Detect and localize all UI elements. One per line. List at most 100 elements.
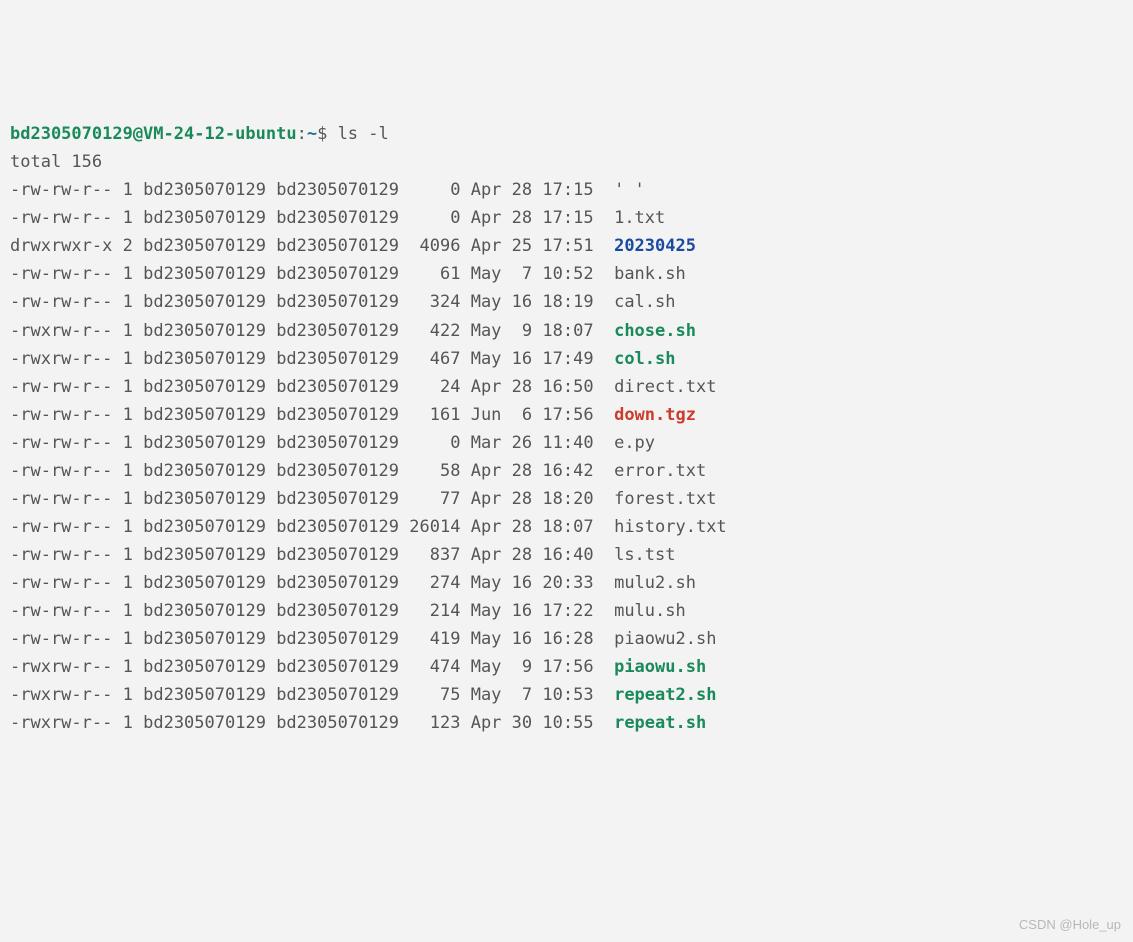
file-time: 16:50 <box>542 377 593 397</box>
file-size: 123 <box>409 713 460 733</box>
list-row: -rw-rw-r-- 1 bd2305070129 bd2305070129 1… <box>10 405 696 425</box>
file-month: May <box>471 292 502 312</box>
file-permissions: -rw-rw-r-- <box>10 264 112 284</box>
file-size: 61 <box>409 264 460 284</box>
file-links: 1 <box>123 208 133 228</box>
list-row: -rw-rw-r-- 1 bd2305070129 bd2305070129 8… <box>10 545 676 565</box>
file-day: 28 <box>512 461 532 481</box>
file-owner: bd2305070129 <box>143 657 266 677</box>
file-name: down.tgz <box>614 405 696 425</box>
file-time: 17:51 <box>542 236 593 256</box>
file-day: 16 <box>512 601 532 621</box>
file-name: repeat2.sh <box>614 685 716 705</box>
list-row: -rw-rw-r-- 1 bd2305070129 bd2305070129 2… <box>10 517 727 537</box>
file-day: 16 <box>512 573 532 593</box>
file-time: 17:56 <box>542 657 593 677</box>
file-time: 18:07 <box>542 321 593 341</box>
file-owner: bd2305070129 <box>143 264 266 284</box>
terminal-output[interactable]: bd2305070129@VM-24-12-ubuntu:~$ ls -l to… <box>10 120 1123 737</box>
file-name: bank.sh <box>614 264 686 284</box>
list-row: -rwxrw-r-- 1 bd2305070129 bd2305070129 4… <box>10 321 696 341</box>
file-permissions: -rw-rw-r-- <box>10 601 112 621</box>
file-name: ls.tst <box>614 545 675 565</box>
file-name: 20230425 <box>614 236 696 256</box>
list-row: -rwxrw-r-- 1 bd2305070129 bd2305070129 4… <box>10 349 676 369</box>
file-name: ' ' <box>614 180 645 200</box>
list-row: drwxrwxr-x 2 bd2305070129 bd2305070129 4… <box>10 236 696 256</box>
file-links: 1 <box>123 545 133 565</box>
file-day: 16 <box>512 629 532 649</box>
prompt-user-host: bd2305070129@VM-24-12-ubuntu <box>10 124 297 144</box>
file-listing: -rw-rw-r-- 1 bd2305070129 bd2305070129 0… <box>10 180 727 733</box>
file-permissions: -rwxrw-r-- <box>10 321 112 341</box>
file-name: piaowu.sh <box>614 657 706 677</box>
file-permissions: -rw-rw-r-- <box>10 433 112 453</box>
file-permissions: -rw-rw-r-- <box>10 489 112 509</box>
list-row: -rw-rw-r-- 1 bd2305070129 bd2305070129 5… <box>10 461 706 481</box>
file-time: 17:15 <box>542 208 593 228</box>
file-month: Apr <box>471 377 502 397</box>
file-day: 28 <box>512 208 532 228</box>
file-size: 26014 <box>409 517 460 537</box>
file-owner: bd2305070129 <box>143 713 266 733</box>
list-row: -rw-rw-r-- 1 bd2305070129 bd2305070129 2… <box>10 573 696 593</box>
file-group: bd2305070129 <box>276 377 399 397</box>
file-links: 1 <box>123 349 133 369</box>
file-name: mulu2.sh <box>614 573 696 593</box>
file-group: bd2305070129 <box>276 629 399 649</box>
file-group: bd2305070129 <box>276 517 399 537</box>
file-owner: bd2305070129 <box>143 292 266 312</box>
file-links: 1 <box>123 629 133 649</box>
list-row: -rw-rw-r-- 1 bd2305070129 bd2305070129 0… <box>10 433 655 453</box>
file-size: 0 <box>409 208 460 228</box>
file-size: 422 <box>409 321 460 341</box>
file-month: Jun <box>471 405 502 425</box>
file-permissions: -rw-rw-r-- <box>10 573 112 593</box>
file-day: 26 <box>512 433 532 453</box>
file-permissions: -rw-rw-r-- <box>10 208 112 228</box>
file-month: Apr <box>471 545 502 565</box>
file-links: 1 <box>123 405 133 425</box>
file-month: Apr <box>471 208 502 228</box>
file-month: Apr <box>471 180 502 200</box>
file-month: May <box>471 685 502 705</box>
file-group: bd2305070129 <box>276 321 399 341</box>
file-time: 20:33 <box>542 573 593 593</box>
file-links: 1 <box>123 264 133 284</box>
file-day: 9 <box>512 657 532 677</box>
file-links: 1 <box>123 657 133 677</box>
file-permissions: -rwxrw-r-- <box>10 349 112 369</box>
file-permissions: -rw-rw-r-- <box>10 545 112 565</box>
file-permissions: -rwxrw-r-- <box>10 657 112 677</box>
file-month: May <box>471 573 502 593</box>
file-time: 17:49 <box>542 349 593 369</box>
file-group: bd2305070129 <box>276 601 399 621</box>
file-time: 10:52 <box>542 264 593 284</box>
file-group: bd2305070129 <box>276 236 399 256</box>
file-day: 28 <box>512 517 532 537</box>
file-permissions: -rw-rw-r-- <box>10 629 112 649</box>
file-links: 1 <box>123 601 133 621</box>
file-day: 28 <box>512 489 532 509</box>
file-name: mulu.sh <box>614 601 686 621</box>
file-size: 214 <box>409 601 460 621</box>
file-permissions: -rwxrw-r-- <box>10 713 112 733</box>
file-time: 16:28 <box>542 629 593 649</box>
list-row: -rwxrw-r-- 1 bd2305070129 bd2305070129 1… <box>10 713 706 733</box>
file-name: repeat.sh <box>614 713 706 733</box>
file-links: 1 <box>123 489 133 509</box>
file-day: 7 <box>512 264 532 284</box>
file-owner: bd2305070129 <box>143 461 266 481</box>
file-name: cal.sh <box>614 292 675 312</box>
file-owner: bd2305070129 <box>143 601 266 621</box>
file-size: 161 <box>409 405 460 425</box>
file-time: 17:22 <box>542 601 593 621</box>
file-permissions: -rw-rw-r-- <box>10 292 112 312</box>
file-day: 28 <box>512 377 532 397</box>
file-size: 77 <box>409 489 460 509</box>
command-text: ls -l <box>338 124 389 144</box>
file-group: bd2305070129 <box>276 264 399 284</box>
file-name: piaowu2.sh <box>614 629 716 649</box>
file-owner: bd2305070129 <box>143 629 266 649</box>
file-owner: bd2305070129 <box>143 489 266 509</box>
